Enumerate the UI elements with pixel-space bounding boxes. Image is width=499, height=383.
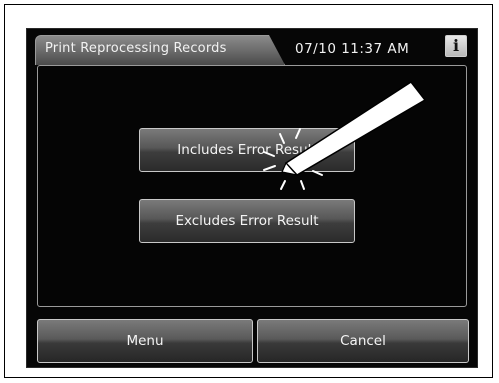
stylus-tap-icon — [263, 80, 427, 190]
stylus-icon — [281, 80, 427, 176]
